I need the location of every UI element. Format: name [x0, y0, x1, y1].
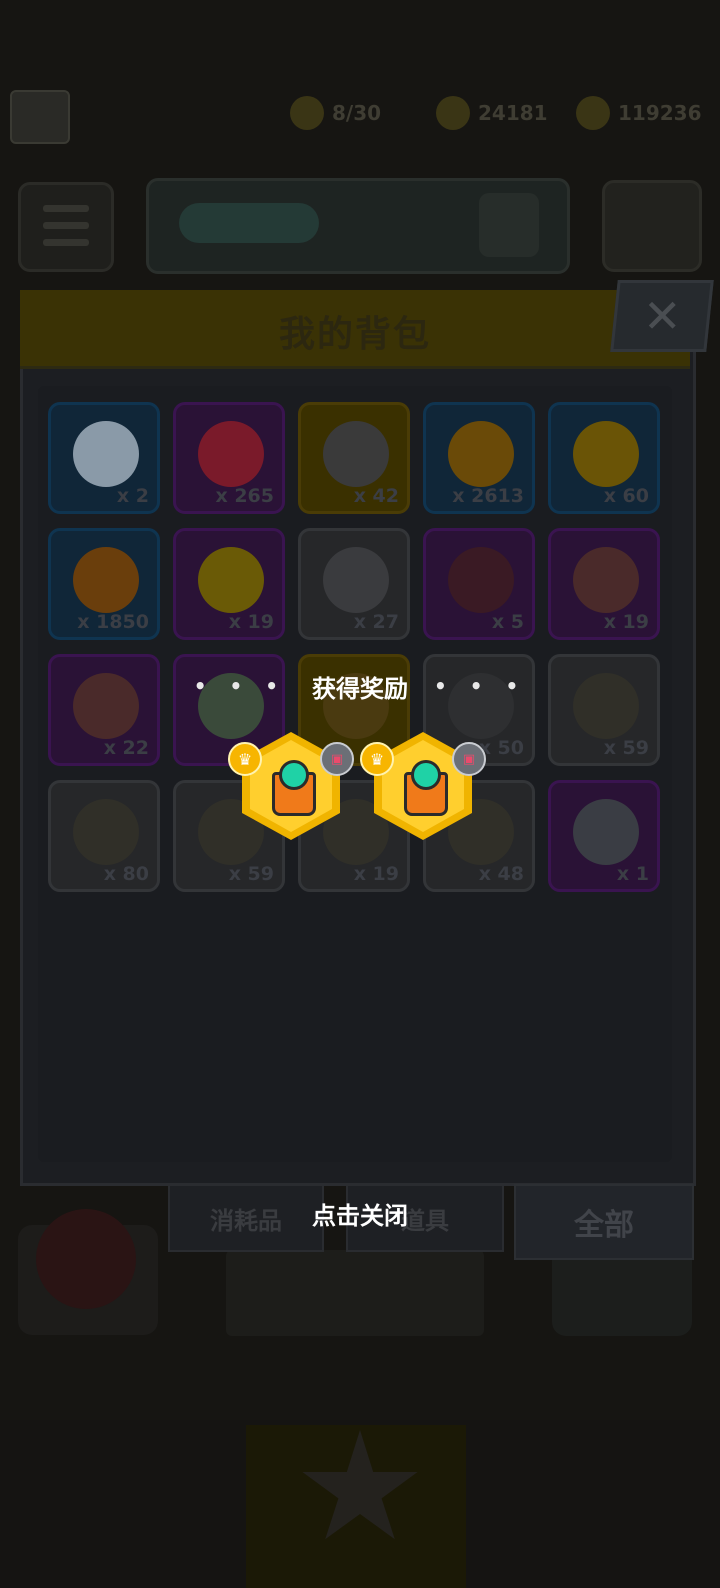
crown-badge-icon: ♛ [228, 742, 262, 776]
turret-lens [411, 760, 441, 790]
reward-overlay[interactable] [0, 0, 720, 1588]
reward-item[interactable]: ♛ ▣ [360, 732, 486, 842]
decor-dots: • • • [434, 674, 527, 698]
device-badge-icon: ▣ [320, 742, 354, 776]
crown-badge-icon: ♛ [360, 742, 394, 776]
decor-dots: • • • [193, 674, 286, 698]
reward-item[interactable]: ♛ ▣ [228, 732, 354, 842]
reward-title: 获得奖励 [312, 674, 408, 703]
tap-to-close-hint[interactable]: 点击关闭 [0, 1196, 720, 1231]
device-badge-icon: ▣ [452, 742, 486, 776]
reward-header: • • • 获得奖励 • • • [0, 666, 720, 706]
turret-lens [279, 760, 309, 790]
